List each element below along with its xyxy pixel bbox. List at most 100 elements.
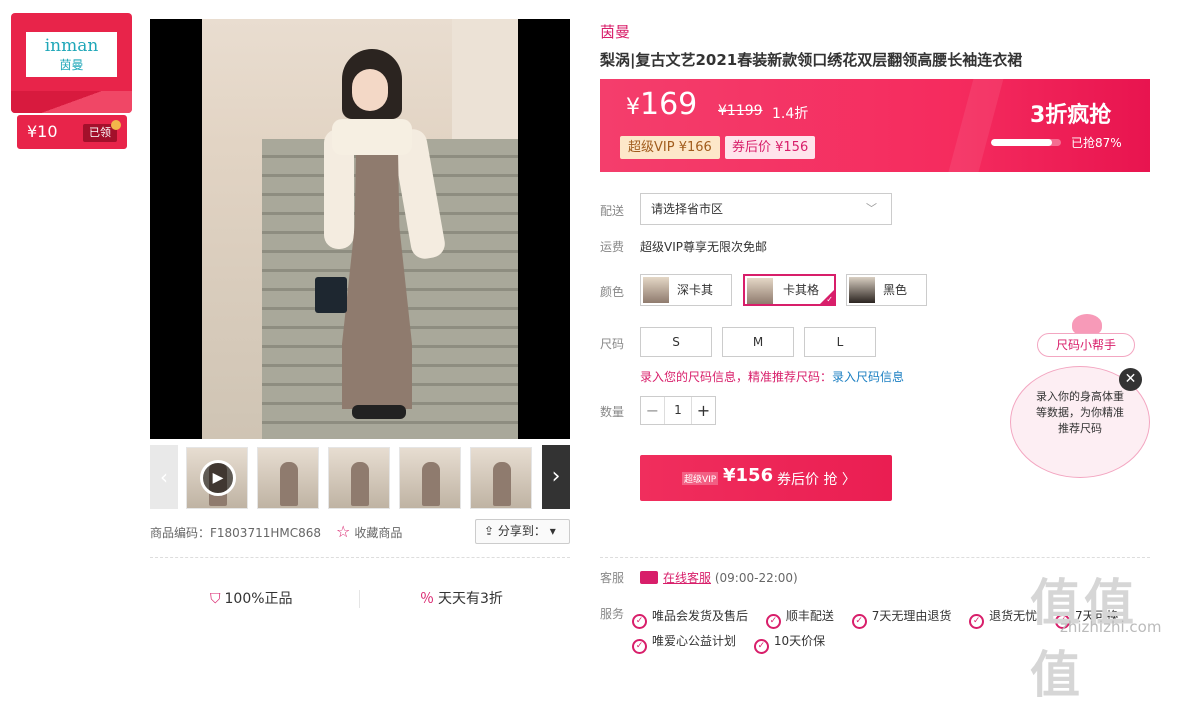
price-value: 169 — [640, 87, 698, 122]
delivery-label: 配送 — [600, 204, 625, 218]
assurance-genuine: ⛉ 100%正品 — [210, 588, 293, 608]
size-option-l[interactable]: L — [804, 327, 876, 357]
thumb-prev-button[interactable]: ‹ — [150, 445, 178, 509]
check-icon: ✓ — [826, 295, 833, 304]
share-label: 分享到： — [497, 524, 546, 538]
color-option-dark-khaki[interactable]: 深卡其 — [640, 274, 732, 306]
flash-sale-progress — [991, 139, 1061, 146]
chevron-right-icon: › — [551, 464, 561, 489]
currency-symbol: ¥ — [626, 95, 640, 120]
caret-down-icon: ▾ — [549, 524, 556, 538]
brand-link[interactable]: 茵曼 — [600, 21, 630, 42]
brand-card[interactable]: inman 茵曼 — [11, 13, 132, 113]
customer-service-row: 在线客服 (09:00-22:00) — [640, 569, 798, 586]
service-item-label: 顺丰配送 — [785, 609, 834, 623]
quantity-value[interactable]: 1 — [665, 397, 691, 424]
flash-sale-title: 3折疯抢 — [1030, 103, 1112, 128]
watermark-url: zhizhizhi.com — [1060, 618, 1162, 636]
quantity-label: 数量 — [600, 405, 625, 419]
assurance-discount-label: 天天有3折 — [438, 591, 503, 607]
divider — [150, 557, 570, 558]
size-option-m[interactable]: M — [722, 327, 794, 357]
check-circle-icon: ✓ — [969, 614, 985, 629]
percent-icon: ％ — [420, 591, 434, 607]
store-coupon[interactable]: ¥10 已领 — [17, 115, 127, 149]
quantity-stepper: − 1 + — [640, 396, 716, 425]
favorite-label: 收藏商品 — [354, 526, 403, 540]
thumbnail-strip: ‹ ▶ › — [150, 445, 570, 509]
service-contact-label: 客服 — [600, 571, 625, 585]
service-item: ✓ 唯爱心公益计划 — [632, 629, 736, 654]
vip-price-tag: 超级VIP ¥166 — [620, 136, 720, 159]
color-option-khaki-check[interactable]: 卡其格 ✓ — [743, 274, 836, 306]
coupon-amount: ¥10 — [27, 122, 58, 141]
color-swatch — [747, 278, 773, 304]
assurance-row: ⛉ 100%正品 ％天天有3折 — [150, 588, 570, 612]
color-swatch — [643, 277, 669, 303]
check-circle-icon: ✓ — [632, 639, 647, 654]
chat-icon — [640, 571, 658, 584]
color-swatch — [849, 277, 875, 303]
check-circle-icon: ✓ — [851, 614, 867, 629]
brand-logo: inman 茵曼 — [26, 32, 117, 77]
coupon-price-tag: 券后价 ¥156 — [725, 136, 816, 159]
thumb-next-button[interactable]: › — [542, 445, 570, 509]
chevron-left-icon: ‹ — [160, 465, 168, 489]
current-price: ¥169 — [626, 87, 697, 122]
product-code: 商品编码：F1803711HMC868 — [150, 526, 322, 540]
service-item-label: 唯品会发货及售后 — [652, 609, 749, 623]
close-icon[interactable]: ✕ — [1119, 368, 1142, 391]
thumbnail[interactable] — [470, 447, 532, 509]
region-select[interactable]: 请选择省市区 ﹀ — [640, 193, 892, 225]
color-option-label: 深卡其 — [677, 283, 714, 297]
online-service-link[interactable]: 在线客服 — [663, 571, 711, 585]
service-item-label: 10天价保 — [773, 634, 826, 648]
buy-price: ¥156 — [723, 465, 774, 486]
thumbnail[interactable] — [399, 447, 461, 509]
service-item-label: 唯爱心公益计划 — [652, 634, 737, 648]
service-item: ✓ 7天无理由退货 — [851, 604, 951, 629]
size-hint-text: 录入您的尺码信息，精准推荐尺码： — [640, 370, 833, 384]
color-label: 颜色 — [600, 285, 625, 299]
separator — [359, 590, 360, 608]
original-price: ¥1199 — [718, 103, 763, 119]
size-hint: 录入您的尺码信息，精准推荐尺码：录入尺码信息 — [640, 368, 904, 385]
size-helper-button[interactable]: 尺码小帮手 — [1037, 333, 1135, 357]
region-select-value: 请选择省市区 — [651, 202, 724, 216]
thumbnail-video[interactable]: ▶ — [186, 447, 248, 509]
star-icon: ☆ — [336, 522, 351, 541]
color-option-black[interactable]: 黑色 — [846, 274, 927, 306]
favorite-button[interactable]: ☆ 收藏商品 — [336, 522, 402, 541]
check-circle-icon: ✓ — [753, 639, 769, 654]
thumbnail[interactable] — [328, 447, 390, 509]
size-hint-link[interactable]: 录入尺码信息 — [832, 370, 904, 384]
service-hours: (09:00-22:00) — [714, 571, 798, 585]
brand-card-fold — [11, 91, 132, 113]
service-item: ✓ 退货无忧 — [969, 604, 1037, 629]
chevron-down-icon: ﹀ — [866, 202, 877, 215]
flash-sale-percent: 已抢87% — [1071, 136, 1122, 150]
brand-logo-en: inman — [44, 36, 99, 56]
play-icon[interactable]: ▶ — [200, 460, 236, 496]
services-label: 服务 — [600, 607, 625, 621]
share-icon: ⇪ — [484, 524, 498, 538]
service-item: ✓ 唯品会发货及售后 — [632, 604, 748, 629]
share-button[interactable]: ⇪ 分享到： ▾ — [475, 519, 570, 544]
assurance-genuine-label: 100%正品 — [224, 591, 293, 607]
shipping-label: 运费 — [600, 240, 625, 254]
minus-icon[interactable]: − — [641, 397, 665, 424]
buy-button[interactable]: 超级VIP ¥156 券后价 抢 〉 — [640, 455, 892, 501]
check-badge-icon — [111, 120, 121, 130]
price-bar: ¥169 ¥1199 1.4折 超级VIP ¥166 券后价 ¥156 3折疯抢… — [600, 79, 1150, 172]
color-option-label: 黑色 — [883, 283, 908, 297]
brand-logo-cn: 茵曼 — [59, 58, 84, 72]
plus-icon[interactable]: + — [691, 397, 715, 424]
product-title: 梨涡|复古文艺2021春装新款领口绣花双层翻领高腰长袖连衣裙 — [600, 51, 1023, 69]
size-label: 尺码 — [600, 337, 625, 351]
service-item: ✓ 顺丰配送 — [765, 604, 834, 629]
thumbnail[interactable] — [257, 447, 319, 509]
discount-rate: 1.4折 — [772, 106, 809, 122]
main-product-image[interactable] — [150, 19, 570, 439]
service-item: ✓ 10天价保 — [753, 629, 826, 654]
size-option-s[interactable]: S — [640, 327, 712, 357]
